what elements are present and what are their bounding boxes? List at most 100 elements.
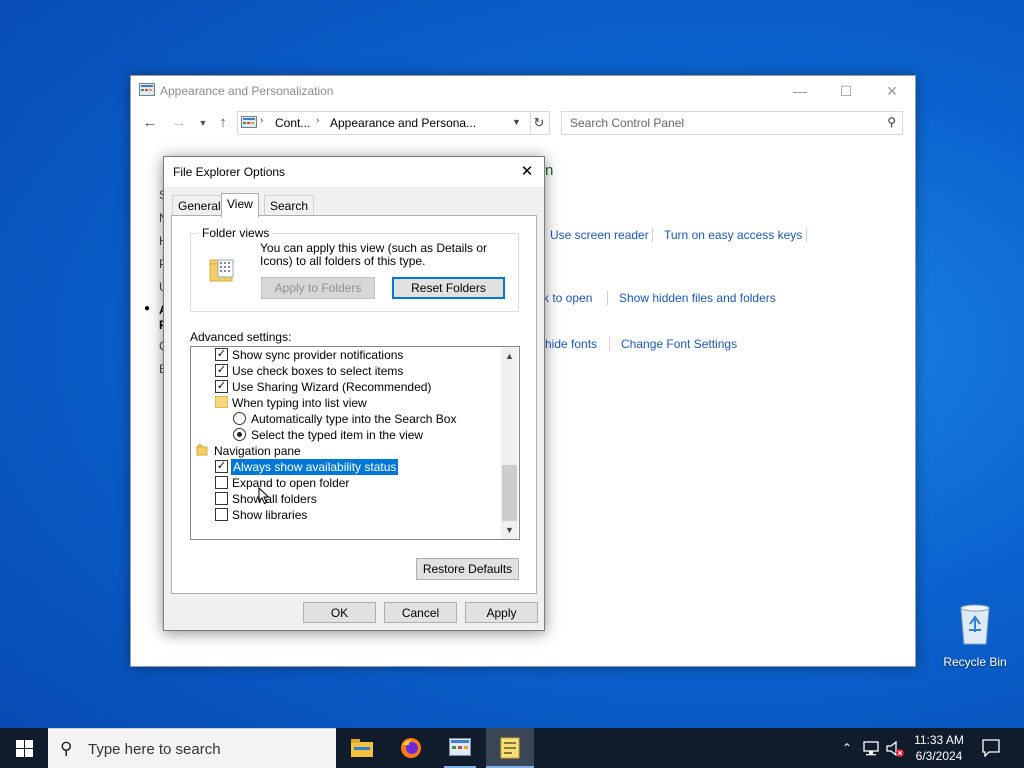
taskbar-firefox[interactable] (387, 728, 435, 768)
taskbar-control-panel[interactable] (436, 728, 484, 768)
list-item-label: Show sync provider notifications (232, 348, 404, 362)
list-item[interactable]: Expand to open folder (191, 475, 501, 491)
minimize-button[interactable]: — (777, 76, 823, 106)
scroll-down-icon[interactable]: ▼ (501, 523, 518, 537)
scroll-up-icon[interactable]: ▲ (501, 349, 518, 363)
advanced-settings-label: Advanced settings: (190, 330, 292, 344)
cp-address-row: ← → ▼ ↑ › Cont... › Appearance and Perso… (131, 108, 915, 138)
address-bar[interactable]: › Cont... › Appearance and Persona... ▼ (237, 111, 531, 135)
checkbox-checked[interactable]: ✓ (215, 348, 228, 361)
up-arrow-icon[interactable]: ↑ (213, 113, 233, 133)
forward-arrow-icon[interactable]: → (169, 113, 189, 133)
reset-folders-button[interactable]: Reset Folders (392, 277, 505, 299)
control-panel-icon (449, 738, 471, 756)
radio-unchecked[interactable] (233, 412, 246, 425)
volume-muted-icon[interactable] (885, 740, 905, 758)
ok-button[interactable]: OK (303, 602, 376, 623)
dialog-titlebar[interactable]: File Explorer Options ✕ (164, 157, 544, 187)
cancel-button[interactable]: Cancel (384, 602, 457, 623)
list-item-label: Show libraries (232, 508, 308, 522)
link-separator (806, 228, 807, 242)
radio-checked[interactable] (233, 428, 246, 441)
link-hide-fonts[interactable]: hide fonts (545, 337, 597, 351)
list-item-selected[interactable]: ✓ Always show availability status (191, 458, 501, 476)
link-separator (607, 291, 608, 305)
link-show-hidden-files[interactable]: Show hidden files and folders (619, 291, 776, 305)
list-item[interactable]: Show libraries (191, 507, 501, 523)
tab-view[interactable]: View (221, 193, 259, 217)
recent-dropdown-icon[interactable]: ▼ (193, 113, 213, 133)
list-item[interactable]: ✓ Use check boxes to select items (191, 363, 501, 379)
list-item-label: Expand to open folder (232, 476, 350, 490)
network-icon[interactable] (862, 740, 880, 756)
checkbox-checked[interactable]: ✓ (215, 380, 228, 393)
breadcrumb-item[interactable]: Cont... (275, 116, 310, 130)
notification-icon[interactable] (982, 739, 1000, 757)
link-easy-access-keys[interactable]: Turn on easy access keys (664, 228, 802, 242)
firefox-icon (401, 738, 421, 758)
close-button[interactable]: ✕ (869, 76, 915, 106)
search-icon[interactable]: ⚲ (887, 115, 896, 129)
cp-titlebar[interactable]: Appearance and Personalization — ☐ ✕ (131, 76, 915, 106)
cp-window-title: Appearance and Personalization (160, 84, 334, 98)
list-item[interactable]: Automatically type into the Search Box (191, 411, 501, 427)
checkbox-unchecked[interactable] (215, 476, 228, 489)
list-item-label: Automatically type into the Search Box (251, 412, 457, 426)
tab-general[interactable]: General (172, 195, 227, 216)
checkbox-unchecked[interactable] (215, 508, 228, 521)
list-item-label: Always show availability status (229, 458, 400, 476)
notepad-icon (500, 737, 520, 759)
folder-views-legend: Folder views (199, 226, 273, 240)
taskbar-file-explorer-options[interactable] (486, 728, 534, 768)
control-panel-icon (139, 83, 155, 96)
list-item-label: Navigation pane (214, 444, 301, 458)
maximize-button[interactable]: ☐ (823, 76, 869, 106)
link-click-to-open[interactable]: k to open (543, 291, 592, 305)
link-use-screen-reader[interactable]: Use screen reader (550, 228, 649, 242)
list-item[interactable]: ✓ Show sync provider notifications (191, 347, 501, 363)
radio-dot (237, 432, 242, 437)
breadcrumb-chevron-icon: › (316, 115, 320, 126)
scroll-thumb[interactable] (502, 465, 517, 521)
bullet-icon: ● (144, 303, 151, 314)
file-explorer-icon (351, 739, 373, 757)
folder-view-icon (209, 259, 234, 282)
navigation-pane-icon (196, 444, 208, 456)
start-button[interactable] (0, 728, 48, 768)
tab-search[interactable]: Search (264, 195, 315, 216)
taskbar: ⚲ Type here to search ⌃ 11:33 AM 6/3/202… (0, 728, 1024, 768)
clock[interactable]: 11:33 AM 6/3/2024 (908, 732, 970, 764)
search-placeholder: Search Control Panel (570, 116, 685, 130)
list-item[interactable]: ✓ Use Sharing Wizard (Recommended) (191, 379, 501, 395)
chevron-up-icon[interactable]: ⌃ (838, 728, 856, 768)
mouse-pointer-icon (258, 487, 270, 505)
list-item: When typing into list view (191, 395, 501, 411)
list-item-label: When typing into list view (232, 396, 367, 410)
link-change-font-settings[interactable]: Change Font Settings (621, 337, 737, 351)
dialog-close-icon[interactable]: ✕ (516, 161, 538, 183)
list-item[interactable]: Show all folders (191, 491, 501, 507)
folder-views-description: You can apply this view (such as Details… (260, 241, 488, 268)
checkbox-checked[interactable]: ✓ (215, 364, 228, 377)
taskbar-file-explorer[interactable] (338, 728, 386, 768)
taskbar-search-input[interactable]: ⚲ Type here to search (48, 728, 336, 768)
apply-to-folders-button[interactable]: Apply to Folders (261, 277, 375, 299)
restore-defaults-button[interactable]: Restore Defaults (416, 558, 519, 580)
checkbox-unchecked[interactable] (215, 492, 228, 505)
back-arrow-icon[interactable]: ← (140, 113, 160, 133)
checkbox-checked[interactable]: ✓ (215, 460, 228, 473)
recycle-bin[interactable]: Recycle Bin (942, 602, 1008, 669)
breadcrumb-item[interactable]: Appearance and Persona... (330, 116, 476, 130)
breadcrumb-chevron-icon: › (260, 115, 264, 126)
folder-icon (215, 396, 228, 408)
vertical-scrollbar[interactable]: ▲ ▼ (501, 347, 518, 539)
recycle-bin-label: Recycle Bin (943, 655, 1007, 669)
list-item[interactable]: Select the typed item in the view (191, 427, 501, 443)
advanced-settings-list[interactable]: ✓ Show sync provider notifications ✓ Use… (190, 346, 520, 540)
apply-button[interactable]: Apply (465, 602, 538, 623)
cp-heading-fragment: n (545, 162, 554, 179)
search-control-panel-input[interactable]: Search Control Panel ⚲ (561, 111, 903, 135)
clock-date: 6/3/2024 (915, 749, 963, 763)
refresh-icon[interactable]: ↻ (529, 111, 550, 135)
chevron-down-icon[interactable]: ▼ (512, 117, 521, 127)
